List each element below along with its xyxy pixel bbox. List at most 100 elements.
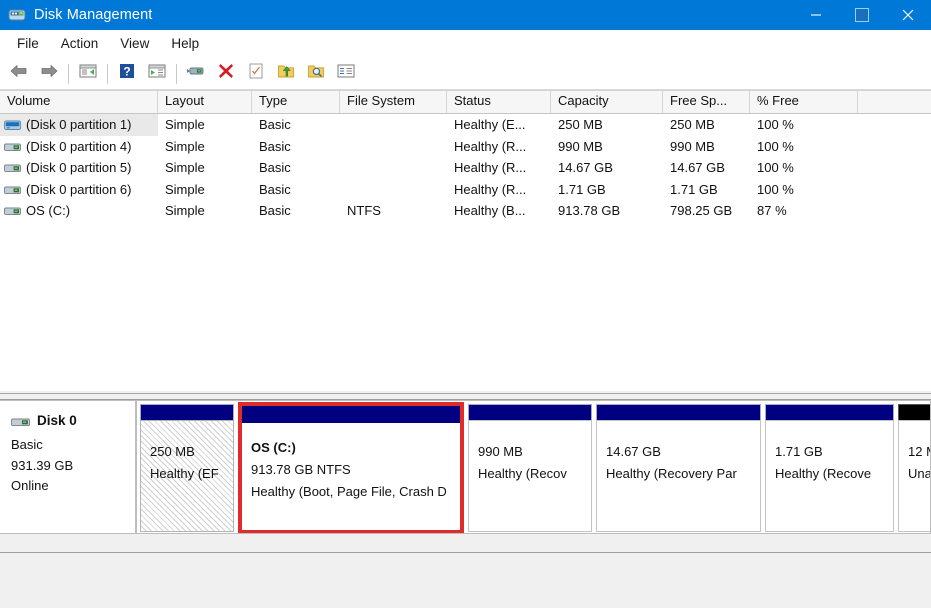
cell-volume: (Disk 0 partition 1) bbox=[0, 114, 158, 136]
partition-size-label: 1.71 GB bbox=[775, 441, 893, 463]
forward-button[interactable] bbox=[35, 61, 63, 87]
window-titlebar[interactable]: Disk Management bbox=[0, 0, 931, 30]
partition-status-label: Healthy (Recov bbox=[478, 463, 591, 485]
close-button[interactable] bbox=[885, 0, 931, 30]
table-row[interactable]: (Disk 0 partition 4) Simple Basic Health… bbox=[0, 136, 931, 158]
column-header-percent-free[interactable]: % Free bbox=[750, 91, 858, 113]
menu-item-file[interactable]: File bbox=[6, 33, 50, 54]
cell-file-system bbox=[340, 136, 447, 158]
window-title: Disk Management bbox=[34, 7, 152, 23]
partition-recovery-14gb[interactable]: 14.67 GB Healthy (Recovery Par bbox=[596, 404, 761, 532]
table-row[interactable]: OS (C:) Simple Basic NTFS Healthy (B... … bbox=[0, 200, 931, 222]
partition-unallocated[interactable]: 12 M Una bbox=[898, 404, 931, 532]
menu-item-action[interactable]: Action bbox=[50, 33, 110, 54]
partition-size-label: 14.67 GB bbox=[606, 441, 760, 463]
cell-type: Basic bbox=[252, 157, 340, 179]
pane-splitter[interactable] bbox=[0, 390, 931, 400]
column-header-free-space[interactable]: Free Sp... bbox=[663, 91, 750, 113]
volume-icon bbox=[4, 141, 21, 152]
partition-title-label: OS (C:) bbox=[251, 437, 460, 459]
toolbar-separator bbox=[176, 64, 177, 84]
cell-layout: Simple bbox=[158, 136, 252, 158]
column-header-type[interactable]: Type bbox=[252, 91, 340, 113]
properties-button[interactable] bbox=[182, 61, 210, 87]
cell-free-space: 1.71 GB bbox=[663, 179, 750, 201]
table-row[interactable]: (Disk 0 partition 1) Simple Basic Health… bbox=[0, 114, 931, 136]
disk-status-label: Online bbox=[11, 476, 135, 497]
show-hide-console-tree-button[interactable] bbox=[332, 61, 360, 87]
column-header-capacity[interactable]: Capacity bbox=[551, 91, 663, 113]
window-bottom-area bbox=[0, 552, 931, 608]
cell-file-system bbox=[340, 157, 447, 179]
up-one-level-button[interactable] bbox=[74, 61, 102, 87]
search-icon bbox=[307, 62, 325, 85]
cell-volume-label: (Disk 0 partition 4) bbox=[26, 139, 131, 154]
cell-percent-free: 100 % bbox=[750, 114, 858, 136]
minimize-button[interactable] bbox=[793, 0, 839, 30]
partition-os-c[interactable]: OS (C:) 913.78 GB NTFS Healthy (Boot, Pa… bbox=[238, 402, 464, 534]
partition-usage-bar bbox=[140, 404, 234, 420]
cell-layout: Simple bbox=[158, 200, 252, 222]
maximize-button[interactable] bbox=[839, 0, 885, 30]
partition-status-label: Healthy (Recove bbox=[775, 463, 893, 485]
back-button[interactable] bbox=[5, 61, 33, 87]
column-header-file-system[interactable]: File System bbox=[340, 91, 447, 113]
graphical-disk-view: Disk 0 Basic 931.39 GB Online 250 MB Hea… bbox=[0, 400, 931, 540]
disk-info-panel[interactable]: Disk 0 Basic 931.39 GB Online bbox=[0, 400, 136, 534]
cell-status: Healthy (R... bbox=[447, 136, 551, 158]
cell-type: Basic bbox=[252, 114, 340, 136]
disk-icon bbox=[11, 415, 30, 426]
svg-text:?: ? bbox=[123, 65, 130, 79]
toolbar: ? bbox=[0, 58, 931, 90]
show-hide-action-pane-icon bbox=[147, 62, 167, 85]
partition-body: 1.71 GB Healthy (Recove bbox=[765, 420, 894, 532]
volume-icon bbox=[4, 162, 21, 173]
table-row[interactable]: (Disk 0 partition 6) Simple Basic Health… bbox=[0, 179, 931, 201]
toolbar-separator bbox=[68, 64, 69, 84]
volume-list-pane[interactable]: Volume Layout Type File System Status Ca… bbox=[0, 90, 931, 390]
cell-status: Healthy (E... bbox=[447, 114, 551, 136]
show-hide-console-tree-icon bbox=[336, 62, 356, 85]
partition-recovery-171gb[interactable]: 1.71 GB Healthy (Recove bbox=[765, 404, 894, 532]
disk-management-icon bbox=[8, 6, 26, 24]
cell-percent-free: 100 % bbox=[750, 136, 858, 158]
cell-status: Healthy (B... bbox=[447, 200, 551, 222]
cell-free-space: 250 MB bbox=[663, 114, 750, 136]
delete-button[interactable] bbox=[212, 61, 240, 87]
partition-status-label: Una bbox=[908, 463, 931, 485]
cell-status: Healthy (R... bbox=[447, 179, 551, 201]
column-header-layout[interactable]: Layout bbox=[158, 91, 252, 113]
menu-item-view[interactable]: View bbox=[109, 33, 160, 54]
partition-usage-bar bbox=[765, 404, 894, 420]
help-button[interactable]: ? bbox=[113, 61, 141, 87]
column-header-blank[interactable] bbox=[858, 91, 931, 113]
volume-icon bbox=[4, 184, 21, 195]
disk-size-label: 931.39 GB bbox=[11, 456, 135, 477]
partition-body: 14.67 GB Healthy (Recovery Par bbox=[596, 420, 761, 532]
menu-item-help[interactable]: Help bbox=[160, 33, 210, 54]
cell-type: Basic bbox=[252, 136, 340, 158]
column-header-status[interactable]: Status bbox=[447, 91, 551, 113]
cell-type: Basic bbox=[252, 200, 340, 222]
cell-volume-label: (Disk 0 partition 6) bbox=[26, 182, 131, 197]
properties-icon bbox=[186, 62, 206, 85]
rescan-disks-button[interactable] bbox=[242, 61, 270, 87]
partition-body: 990 MB Healthy (Recov bbox=[468, 420, 592, 532]
cell-free-space: 798.25 GB bbox=[663, 200, 750, 222]
volume-icon bbox=[4, 205, 21, 216]
cell-capacity: 990 MB bbox=[551, 136, 663, 158]
up-one-level-icon bbox=[78, 62, 98, 85]
cell-file-system: NTFS bbox=[340, 200, 447, 222]
partition-efi-system[interactable]: 250 MB Healthy (EF bbox=[140, 404, 234, 532]
cell-percent-free: 100 % bbox=[750, 157, 858, 179]
cell-volume: (Disk 0 partition 6) bbox=[0, 179, 158, 201]
column-header-volume[interactable]: Volume bbox=[0, 91, 158, 113]
table-row[interactable]: (Disk 0 partition 5) Simple Basic Health… bbox=[0, 157, 931, 179]
show-hide-action-pane-button[interactable] bbox=[143, 61, 171, 87]
cell-status: Healthy (R... bbox=[447, 157, 551, 179]
search-button[interactable] bbox=[302, 61, 330, 87]
partition-recovery-990mb[interactable]: 990 MB Healthy (Recov bbox=[468, 404, 592, 532]
export-list-button[interactable] bbox=[272, 61, 300, 87]
cell-capacity: 14.67 GB bbox=[551, 157, 663, 179]
rescan-disks-icon bbox=[247, 62, 265, 85]
